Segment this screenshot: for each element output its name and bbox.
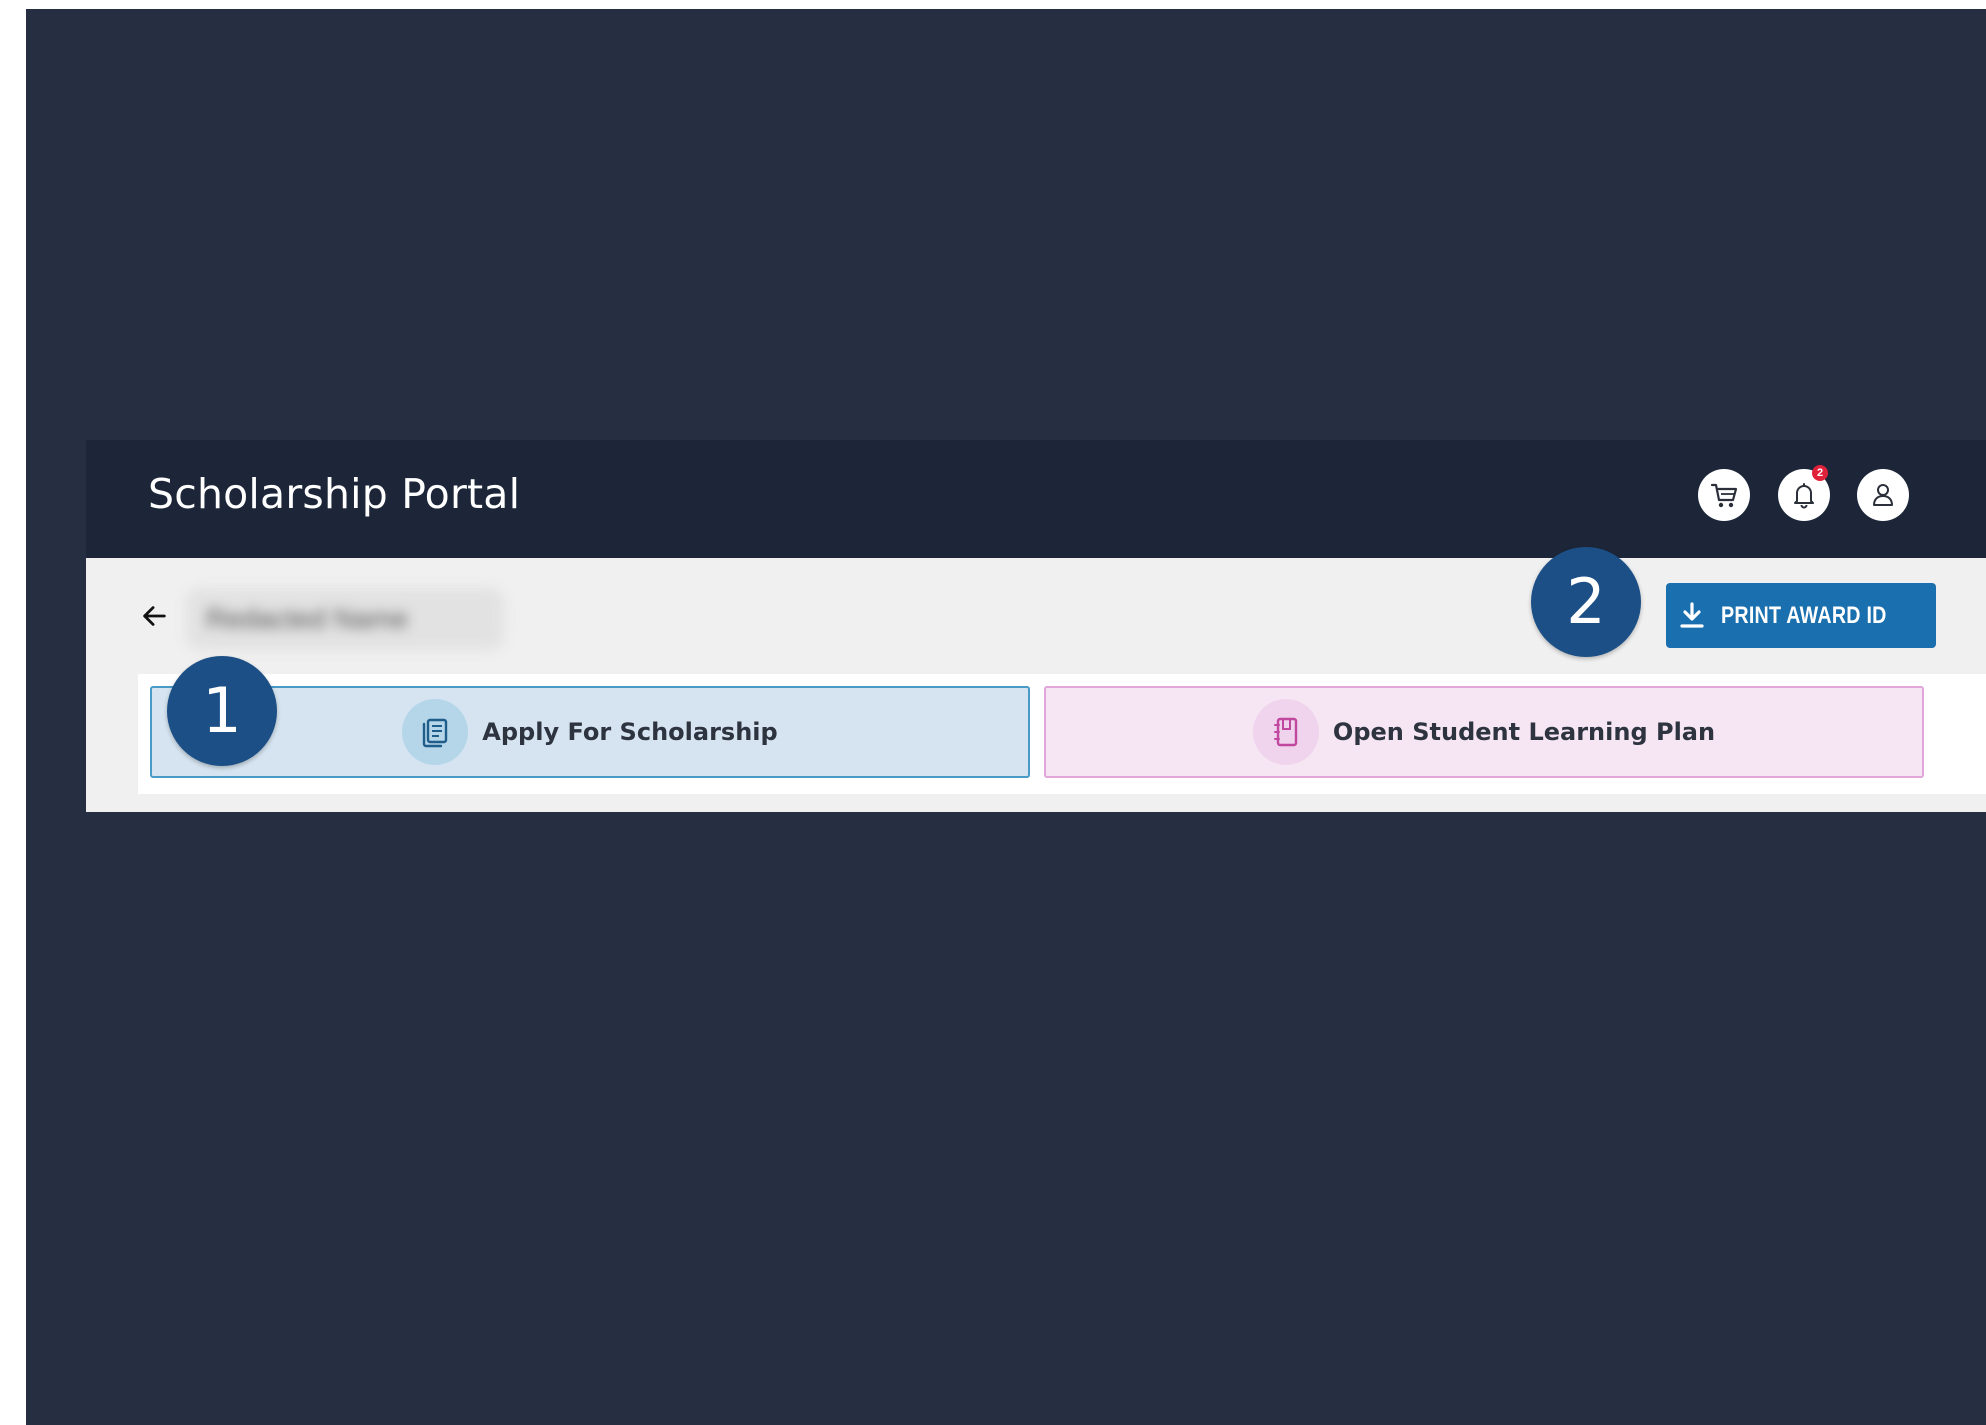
apply-for-scholarship-card[interactable]: Apply For Scholarship: [150, 686, 1030, 778]
bell-icon[interactable]: 2: [1778, 465, 1830, 521]
user-icon-glyph: [1873, 484, 1893, 506]
app-header: Scholarship Portal 2: [86, 440, 1986, 558]
scholarship-portal-app: Scholarship Portal 2 Redacted Name PRINT…: [86, 440, 1986, 812]
notification-count-badge: 2: [1812, 465, 1828, 481]
open-student-learning-plan-card[interactable]: Open Student Learning Plan: [1044, 686, 1924, 778]
notebook-icon: [1252, 699, 1319, 765]
bell-icon-glyph: [1794, 483, 1814, 509]
back-arrow-glyph: [143, 606, 166, 626]
cart-icon[interactable]: [1698, 469, 1750, 521]
action-cards: Apply For Scholarship Open Student Learn…: [138, 674, 1986, 794]
document-stack-glyph: [423, 718, 448, 748]
apply-for-scholarship-label: Apply For Scholarship: [482, 718, 778, 746]
document-stack-icon: [402, 699, 469, 765]
print-award-id-label: PRINT AWARD ID: [1721, 601, 1887, 629]
download-icon: [1680, 601, 1704, 628]
cart-icon-glyph: [1710, 483, 1738, 508]
app-title: Scholarship Portal: [148, 470, 521, 518]
step-marker-1: 1: [167, 656, 277, 766]
user-icon[interactable]: [1857, 469, 1909, 521]
page-content: Redacted Name PRINT AWARD ID Apply For S…: [86, 558, 1986, 812]
print-award-id-button[interactable]: PRINT AWARD ID: [1666, 583, 1936, 648]
step-marker-2: 2: [1531, 547, 1641, 657]
record-name-redacted: Redacted Name: [186, 588, 504, 650]
back-arrow-icon[interactable]: [136, 598, 172, 634]
open-student-learning-plan-label: Open Student Learning Plan: [1332, 718, 1716, 746]
notebook-glyph: [1273, 717, 1298, 747]
